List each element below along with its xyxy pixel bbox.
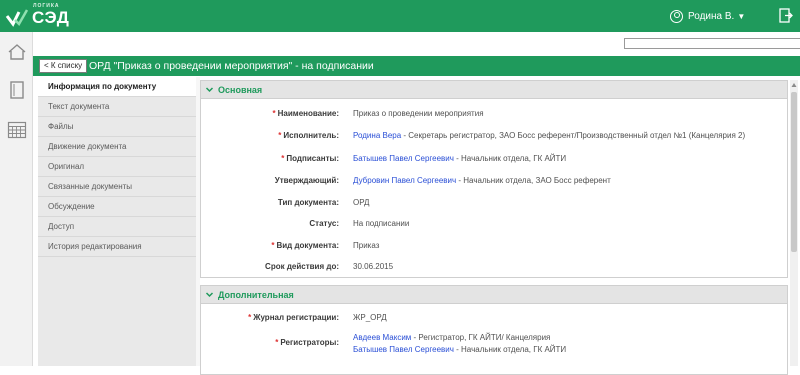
chevron-down-icon — [205, 292, 214, 298]
nav-item-access[interactable]: Доступ — [38, 217, 196, 237]
field-label: Статус: — [309, 219, 339, 228]
page-title: ОРД "Приказ о проведении мероприятия" - … — [89, 60, 374, 72]
field-row: Тип документа: ОРД — [201, 198, 787, 212]
nav-item-movement[interactable]: Движение документа — [38, 137, 196, 157]
person-link[interactable]: Родина Вера — [353, 131, 401, 140]
field-value: На подписании — [353, 219, 410, 228]
document-nav: Информация по документу Текст документа … — [38, 77, 196, 366]
field-row: * Подписанты: Батышев Павел Сергеевич - Н… — [201, 154, 787, 168]
field-row: Статус: На подписании — [201, 219, 787, 233]
nav-item-related[interactable]: Связанные документы — [38, 177, 196, 197]
logo[interactable]: ЛОГИКА СЭД — [5, 2, 85, 30]
section-title: Дополнительная — [218, 289, 294, 300]
search-input[interactable] — [624, 38, 800, 49]
nav-item-history[interactable]: История редактирования — [38, 237, 196, 257]
document-icon[interactable] — [7, 80, 27, 100]
section-header[interactable]: Основная — [201, 81, 787, 99]
document-title-bar: < К списку ОРД "Приказ о проведении меро… — [33, 56, 800, 76]
user-menu[interactable]: Родина В. ▼ — [670, 8, 745, 24]
person-link[interactable]: Дубровин Павел Сергеевич — [353, 176, 456, 185]
nav-item-text[interactable]: Текст документа — [38, 97, 196, 117]
main-section: Основная * Наименование: Приказ о проведе… — [200, 80, 788, 278]
left-icon-bar — [0, 32, 33, 366]
home-icon[interactable] — [7, 42, 27, 62]
nav-item-original[interactable]: Оригинал — [38, 157, 196, 177]
field-value: ЖР_ОРД — [353, 313, 387, 322]
nav-item-files[interactable]: Файлы — [38, 117, 196, 137]
person-link[interactable]: Батышев Павел Сергеевич — [353, 345, 454, 354]
nav-item-info[interactable]: Информация по документу — [38, 77, 196, 97]
extra-section: Дополнительная * Журнал регистрации: ЖР_О… — [200, 285, 788, 375]
scrollbar[interactable] — [790, 80, 798, 366]
field-label: * Наименование: — [272, 109, 339, 118]
field-row: * Наименование: Приказ о проведении мероп… — [201, 109, 787, 123]
person-link[interactable]: Батышев Павел Сергеевич — [353, 154, 454, 163]
logo-title: СЭД — [32, 8, 70, 27]
chevron-down-icon: ▼ — [737, 11, 746, 21]
field-value: Родина Вера - Секретарь регистратор, ЗАО… — [353, 131, 746, 140]
field-value: Батышев Павел Сергеевич - Начальник отде… — [353, 154, 567, 163]
field-row: * Журнал регистрации: ЖР_ОРД — [201, 313, 787, 327]
field-row: * Вид документа: Приказ — [201, 241, 787, 255]
calendar-grid-icon[interactable] — [7, 120, 27, 140]
field-value: Батышев Павел Сергеевич - Начальник отде… — [353, 345, 567, 354]
chevron-down-icon — [205, 87, 214, 93]
exit-icon[interactable] — [779, 8, 793, 23]
field-row: Срок действия до: 30.06.2015 — [201, 262, 787, 276]
field-row: * Исполнитель: Родина Вера - Секретарь ре… — [201, 131, 787, 145]
field-label: * Журнал регистрации: — [248, 313, 339, 322]
main-content: Основная * Наименование: Приказ о проведе… — [200, 77, 788, 375]
field-value: Приказ о проведении мероприятия — [353, 109, 484, 118]
field-value: Дубровин Павел Сергеевич - Начальник отд… — [353, 176, 611, 185]
field-row: Утверждающий: Дубровин Павел Сергеевич -… — [201, 176, 787, 190]
chevron-up-icon[interactable] — [791, 81, 797, 89]
user-icon — [670, 9, 683, 23]
user-name: Родина В. — [688, 10, 735, 22]
field-label: * Вид документа: — [271, 241, 339, 250]
person-link[interactable]: Авдеев Максим — [353, 333, 411, 342]
section-header[interactable]: Дополнительная — [201, 286, 787, 304]
field-value: ОРД — [353, 198, 370, 207]
field-label: Утверждающий: — [274, 176, 339, 185]
field-row: Батышев Павел Сергеевич - Начальник отде… — [201, 345, 787, 359]
back-to-list-button[interactable]: < К списку — [39, 59, 88, 73]
field-label: Срок действия до: — [265, 262, 339, 271]
field-value: Приказ — [353, 241, 380, 250]
scrollbar-thumb[interactable] — [791, 92, 797, 252]
field-value: 30.06.2015 — [353, 262, 394, 271]
search-bar — [33, 32, 800, 54]
logo-check-icon — [5, 9, 29, 27]
section-title: Основная — [218, 84, 263, 95]
field-label: Тип документа: — [277, 198, 339, 207]
field-label: * Подписанты: — [281, 154, 339, 163]
top-bar: ЛОГИКА СЭД Родина В. ▼ — [0, 0, 800, 32]
field-value: Авдеев Максим - Регистратор, ГК АЙТИ/ Ка… — [353, 333, 551, 342]
field-label: * Исполнитель: — [278, 131, 339, 140]
nav-item-discussion[interactable]: Обсуждение — [38, 197, 196, 217]
